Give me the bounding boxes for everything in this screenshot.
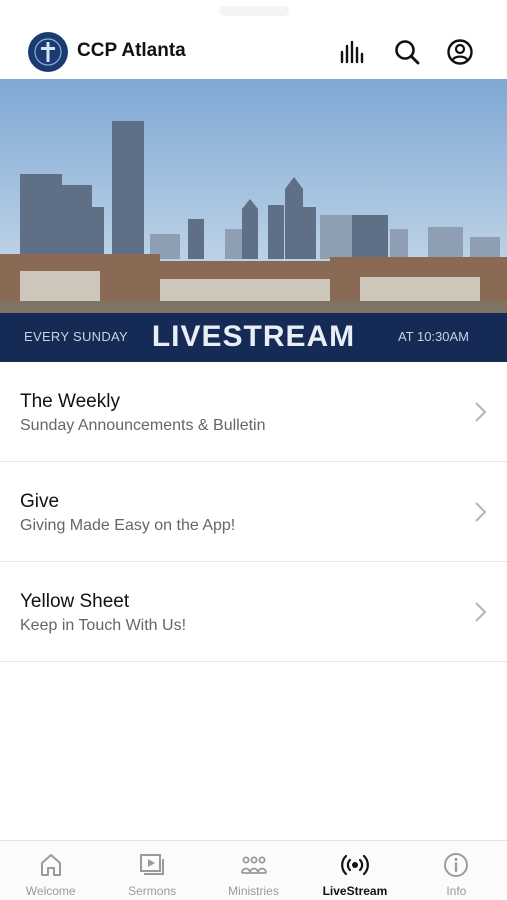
content-list: The Weekly Sunday Announcements & Bullet… [0, 362, 507, 662]
broadcast-icon [341, 854, 369, 876]
equalizer-icon[interactable] [338, 38, 366, 66]
list-item-subtitle: Giving Made Easy on the App! [20, 517, 236, 534]
tab-livestream[interactable]: LiveStream [304, 841, 405, 900]
app-title: CCP Atlanta [77, 40, 186, 61]
account-icon[interactable] [446, 38, 474, 66]
list-item-give[interactable]: Give Giving Made Easy on the App! [0, 462, 507, 562]
tab-welcome[interactable]: Welcome [0, 841, 101, 900]
group-icon [240, 856, 267, 874]
list-item-the-weekly[interactable]: The Weekly Sunday Announcements & Bullet… [0, 362, 507, 462]
tab-label: Info [446, 884, 467, 898]
chevron-right-icon [475, 502, 487, 522]
tab-ministries[interactable]: Ministries [203, 841, 304, 900]
bottom-tab-bar: Welcome Sermons Ministries LiveStream In… [0, 840, 507, 900]
city-skyline-image [0, 79, 507, 314]
info-icon [444, 853, 469, 877]
list-item-subtitle: Sunday Announcements & Bulletin [20, 417, 266, 434]
home-icon [40, 854, 61, 876]
tab-label: Ministries [228, 884, 279, 898]
chevron-right-icon [475, 402, 487, 422]
video-library-icon [140, 854, 165, 875]
app-header: CCP Atlanta [0, 26, 507, 78]
list-item-subtitle: Keep in Touch With Us! [20, 617, 187, 634]
church-logo[interactable] [28, 32, 68, 72]
list-item-title: Give [20, 491, 60, 512]
tab-label: LiveStream [322, 884, 388, 898]
chevron-right-icon [475, 602, 487, 622]
status-indicator [218, 6, 289, 16]
list-item-yellow-sheet[interactable]: Yellow Sheet Keep in Touch With Us! [0, 562, 507, 662]
cross-emblem-icon [34, 38, 62, 66]
search-icon[interactable] [393, 38, 421, 66]
tab-info[interactable]: Info [406, 841, 507, 900]
list-item-title: Yellow Sheet [20, 591, 130, 612]
list-item-title: The Weekly [20, 391, 120, 412]
tab-label: Sermons [128, 884, 177, 898]
livestream-banner[interactable]: EVERY SUNDAY LIVESTREAM AT 10:30AM [0, 79, 507, 362]
tab-sermons[interactable]: Sermons [101, 841, 202, 900]
schedule-time: AT 10:30AM [397, 329, 469, 344]
tab-label: Welcome [25, 884, 76, 898]
livestream-strip: EVERY SUNDAY LIVESTREAM AT 10:30AM [0, 313, 507, 362]
